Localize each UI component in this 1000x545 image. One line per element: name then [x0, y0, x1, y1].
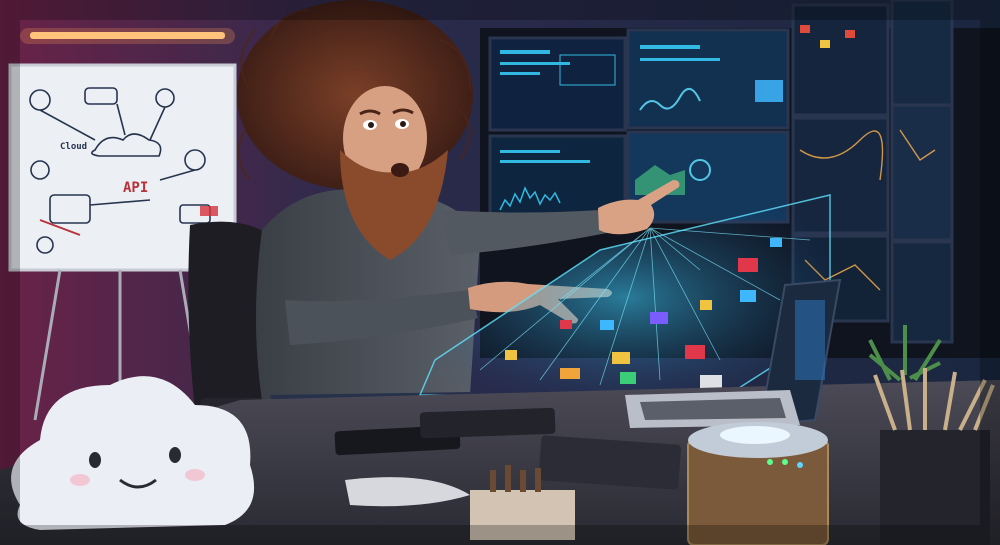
whiteboard-label-api: API	[123, 180, 149, 196]
whiteboard-label-cloud: Cloud	[60, 142, 88, 152]
scene-illustration	[0, 0, 1000, 545]
photo-scene: API Cloud	[0, 0, 1000, 545]
tablet	[419, 407, 556, 439]
